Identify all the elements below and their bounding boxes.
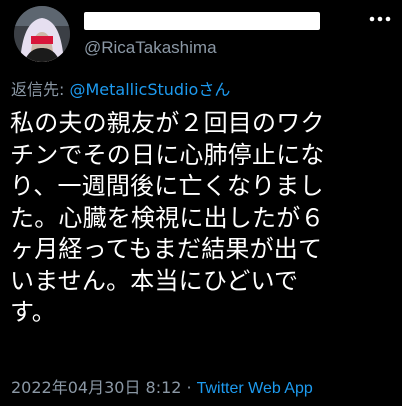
tweet-text: 私の夫の親友が２回目のワク チンでその日に心肺停止にな り、一週間後に亡くなりま… — [10, 108, 394, 329]
tweet-text-line: ヶ月経ってもまだ結果が出て — [10, 235, 323, 263]
tweet-metadata: 2022年04月30日 8:12 · Twitter Web App — [11, 374, 313, 398]
reply-context: 返信先: @MetallicStudioさん — [11, 76, 230, 100]
avatar-photo — [14, 6, 70, 62]
tweet-timestamp[interactable]: 2022年04月30日 8:12 — [11, 378, 181, 397]
tweet-text-line: チンでその日に心肺停止にな — [10, 140, 325, 169]
tweet-text-line: た。心臓を検視に出したが６ — [10, 203, 325, 232]
tweet-text-line: り、一週間後に亡くなりまし — [10, 172, 324, 200]
tweet-text-line: 私の夫の親友が２回目のワク — [10, 109, 325, 137]
tweet-source-link[interactable]: Twitter Web App — [197, 380, 313, 397]
reply-to-link[interactable]: @MetallicStudio — [69, 80, 198, 99]
avatar[interactable] — [14, 6, 70, 62]
tweet: @RicaTakashima 返信先: @MetallicStudioさん 私の… — [0, 0, 402, 406]
tweet-text-line: す。 — [10, 298, 56, 326]
reply-suffix: さん — [198, 80, 231, 99]
user-handle[interactable]: @RicaTakashima — [84, 38, 217, 58]
more-options-icon[interactable] — [366, 8, 394, 30]
reply-prefix: 返信先: — [11, 80, 70, 99]
display-name-redacted — [84, 12, 320, 30]
meta-separator: · — [186, 378, 192, 397]
tweet-text-line: いません。本当にひどいで — [10, 266, 299, 295]
